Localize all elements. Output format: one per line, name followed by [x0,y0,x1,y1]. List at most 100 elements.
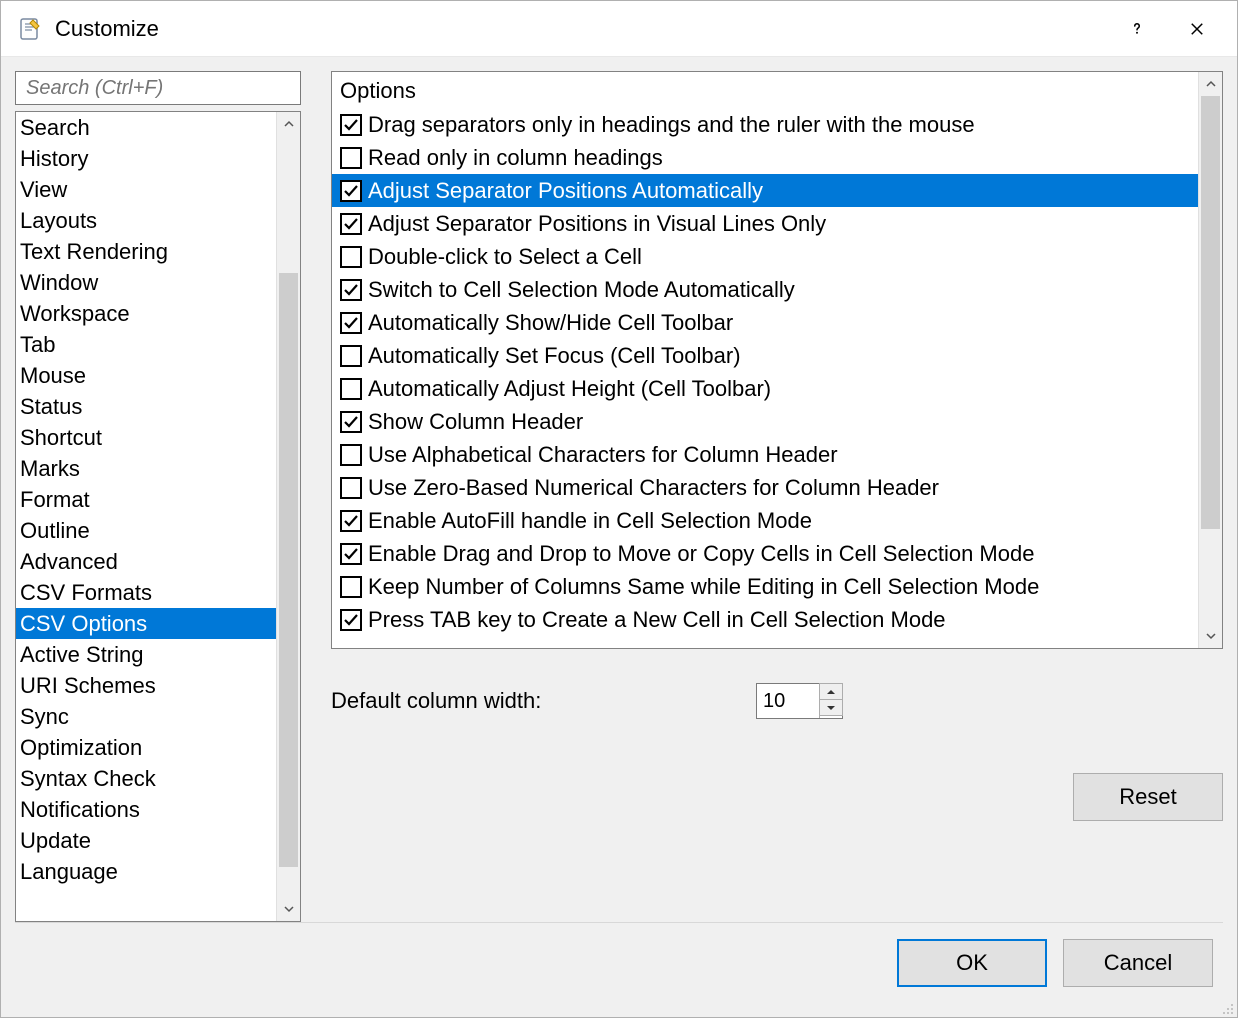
option-item[interactable]: Use Alphabetical Characters for Column H… [332,438,1198,471]
option-checkbox[interactable] [340,345,362,367]
content-area: SearchHistoryViewLayoutsText RenderingWi… [15,71,1223,922]
category-item[interactable]: Tab [16,329,276,360]
option-checkbox[interactable] [340,510,362,532]
option-item[interactable]: Enable AutoFill handle in Cell Selection… [332,504,1198,537]
option-label: Adjust Separator Positions in Visual Lin… [368,211,826,237]
option-checkbox[interactable] [340,543,362,565]
category-list[interactable]: SearchHistoryViewLayoutsText RenderingWi… [15,111,301,922]
option-checkbox[interactable] [340,576,362,598]
reset-button[interactable]: Reset [1073,773,1223,821]
option-checkbox[interactable] [340,477,362,499]
default-column-width-row: Default column width: [331,683,1223,719]
search-input[interactable] [24,76,292,101]
left-column: SearchHistoryViewLayoutsText RenderingWi… [15,71,301,922]
option-label: Enable Drag and Drop to Move or Copy Cel… [368,541,1034,567]
option-item[interactable]: Adjust Separator Positions in Visual Lin… [332,207,1198,240]
category-item[interactable]: Notifications [16,794,276,825]
category-item[interactable]: Text Rendering [16,236,276,267]
help-icon [1128,20,1146,38]
option-label: Show Column Header [368,409,583,435]
option-checkbox[interactable] [340,114,362,136]
cancel-button[interactable]: Cancel [1063,939,1213,987]
option-item[interactable]: Drag separators only in headings and the… [332,108,1198,141]
option-item[interactable]: Use Zero-Based Numerical Characters for … [332,471,1198,504]
option-checkbox[interactable] [340,378,362,400]
option-label: Enable AutoFill handle in Cell Selection… [368,508,812,534]
option-item[interactable]: Automatically Adjust Height (Cell Toolba… [332,372,1198,405]
category-item[interactable]: Update [16,825,276,856]
category-item[interactable]: View [16,174,276,205]
option-checkbox[interactable] [340,411,362,433]
reset-row: Reset [331,773,1223,821]
options-list[interactable]: Options Drag separators only in headings… [331,71,1223,649]
option-label: Automatically Show/Hide Cell Toolbar [368,310,733,336]
category-item[interactable]: Workspace [16,298,276,329]
ok-button[interactable]: OK [897,939,1047,987]
category-item[interactable]: Window [16,267,276,298]
option-checkbox[interactable] [340,246,362,268]
option-item[interactable]: Double-click to Select a Cell [332,240,1198,273]
category-item[interactable]: Status [16,391,276,422]
option-label: Switch to Cell Selection Mode Automatica… [368,277,795,303]
scroll-track[interactable] [1199,96,1222,624]
default-column-width-spinner[interactable] [756,683,843,719]
right-column: Options Drag separators only in headings… [331,71,1223,922]
scroll-thumb[interactable] [1201,96,1220,529]
category-item[interactable]: Format [16,484,276,515]
default-column-width-input[interactable] [757,684,819,718]
category-item[interactable]: History [16,143,276,174]
category-scrollbar[interactable] [276,112,300,921]
scroll-up-button[interactable] [277,112,300,136]
option-item[interactable]: Press TAB key to Create a New Cell in Ce… [332,603,1198,636]
category-item[interactable]: Search [16,112,276,143]
option-item[interactable]: Automatically Show/Hide Cell Toolbar [332,306,1198,339]
help-button[interactable] [1107,9,1167,49]
category-item[interactable]: Outline [16,515,276,546]
option-item[interactable]: Show Column Header [332,405,1198,438]
option-checkbox[interactable] [340,180,362,202]
option-item[interactable]: Keep Number of Columns Same while Editin… [332,570,1198,603]
option-label: Adjust Separator Positions Automatically [368,178,763,204]
category-item[interactable]: Optimization [16,732,276,763]
option-checkbox[interactable] [340,609,362,631]
category-item[interactable]: Language [16,856,276,887]
options-header: Options [332,74,1198,108]
category-item[interactable]: Syntax Check [16,763,276,794]
scroll-up-button[interactable] [1199,72,1222,96]
resize-grip[interactable] [1219,999,1235,1015]
scroll-down-button[interactable] [277,897,300,921]
scroll-track[interactable] [277,136,300,897]
option-item[interactable]: Enable Drag and Drop to Move or Copy Cel… [332,537,1198,570]
app-icon [17,16,43,42]
category-item[interactable]: CSV Options [16,608,276,639]
option-checkbox[interactable] [340,312,362,334]
category-item[interactable]: Layouts [16,205,276,236]
window-title: Customize [55,16,159,42]
category-item[interactable]: Shortcut [16,422,276,453]
option-item[interactable]: Switch to Cell Selection Mode Automatica… [332,273,1198,306]
option-checkbox[interactable] [340,444,362,466]
category-item[interactable]: Mouse [16,360,276,391]
close-button[interactable] [1167,9,1227,49]
options-scrollbar[interactable] [1198,72,1222,648]
spinner-up-button[interactable] [819,683,843,700]
spinner-down-button[interactable] [819,699,843,716]
option-checkbox[interactable] [340,213,362,235]
option-checkbox[interactable] [340,279,362,301]
option-label: Drag separators only in headings and the… [368,112,975,138]
category-item[interactable]: Advanced [16,546,276,577]
option-item[interactable]: Adjust Separator Positions Automatically [332,174,1198,207]
scroll-down-button[interactable] [1199,624,1222,648]
option-item[interactable]: Read only in column headings [332,141,1198,174]
option-item[interactable]: Automatically Set Focus (Cell Toolbar) [332,339,1198,372]
option-label: Press TAB key to Create a New Cell in Ce… [368,607,946,633]
category-item[interactable]: Sync [16,701,276,732]
category-item[interactable]: Marks [16,453,276,484]
triangle-down-icon [826,705,836,711]
category-item[interactable]: Active String [16,639,276,670]
option-label: Automatically Set Focus (Cell Toolbar) [368,343,741,369]
scroll-thumb[interactable] [279,273,298,867]
category-item[interactable]: CSV Formats [16,577,276,608]
category-item[interactable]: URI Schemes [16,670,276,701]
option-checkbox[interactable] [340,147,362,169]
